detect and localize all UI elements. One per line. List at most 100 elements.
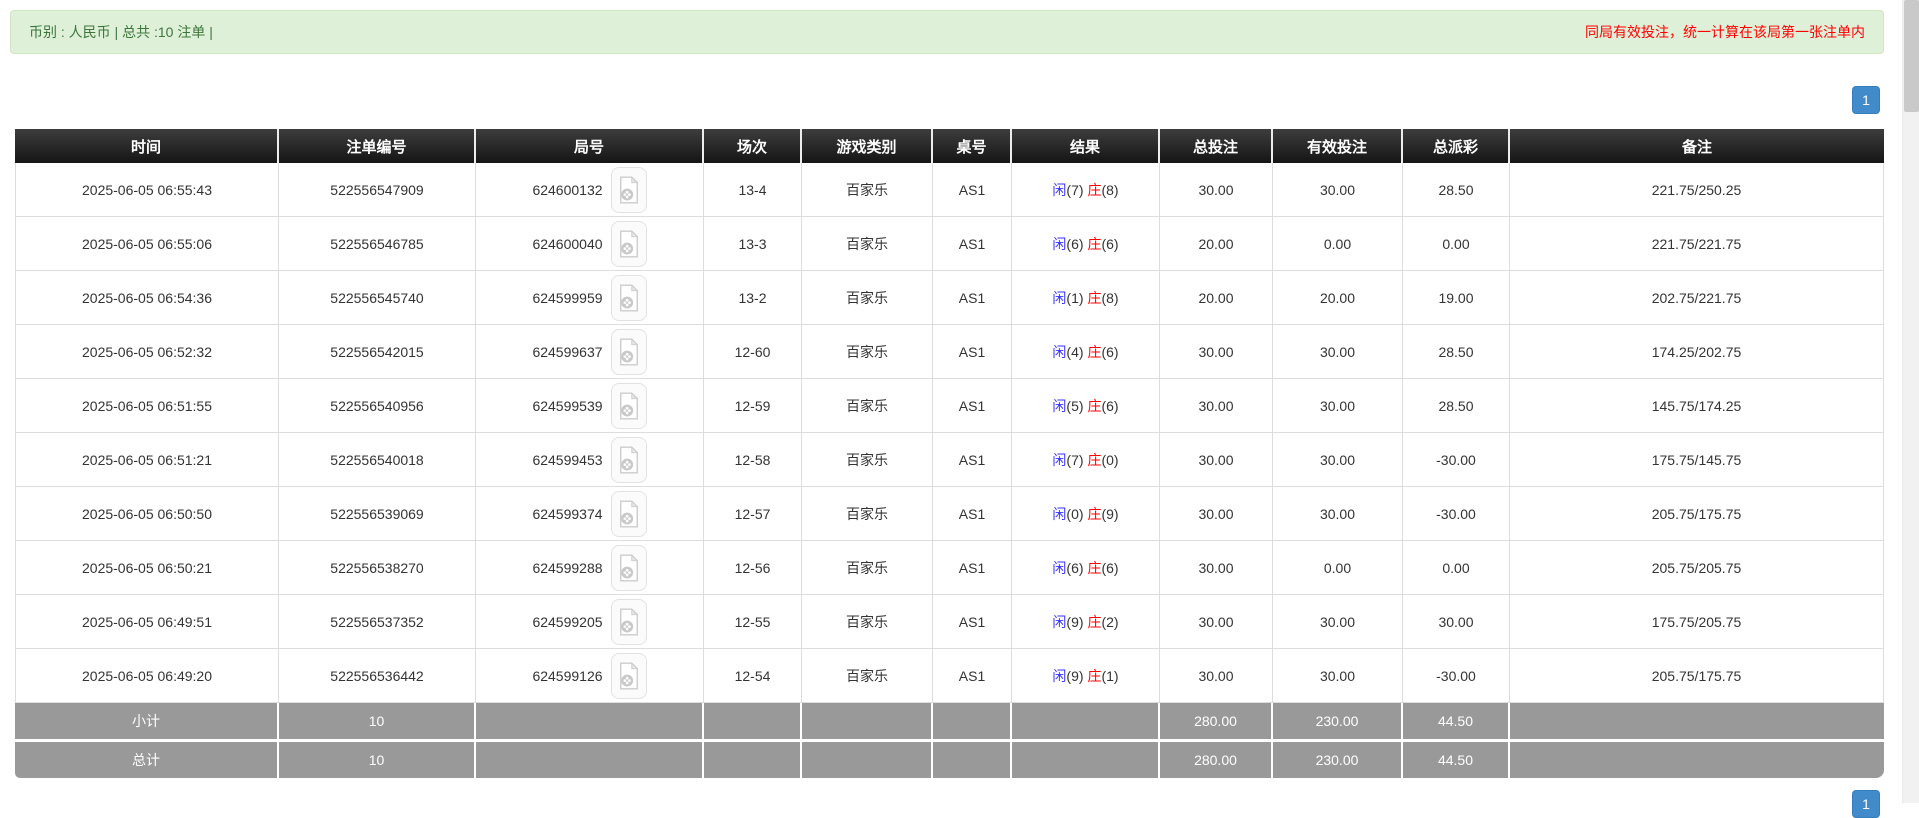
table-row: 2025-06-05 06:49:20 522556536442 6245991… — [15, 649, 1884, 703]
valid-bet-cell: 0.00 — [1273, 217, 1403, 271]
video-file-icon — [619, 445, 638, 474]
video-file-icon — [619, 553, 638, 582]
result-xian-points: (7) — [1066, 451, 1084, 468]
result-cell: 闲(7) 庄(8) — [1012, 163, 1160, 217]
total-bet-cell[interactable]: 30.00 — [1160, 379, 1273, 433]
video-replay-button[interactable] — [610, 598, 647, 645]
time-cell: 2025-06-05 06:54:36 — [15, 271, 279, 325]
video-file-icon — [619, 337, 638, 366]
result-cell: 闲(6) 庄(6) — [1012, 541, 1160, 595]
col-header-remark: 备注 — [1510, 129, 1884, 163]
result-cell: 闲(6) 庄(6) — [1012, 217, 1160, 271]
round-id-cell: 624599126 — [476, 649, 704, 703]
video-replay-button[interactable] — [610, 328, 647, 375]
result-xian-label: 闲 — [1052, 343, 1067, 360]
total-bet-cell[interactable]: 30.00 — [1160, 433, 1273, 487]
video-file-icon — [619, 499, 638, 528]
video-replay-button[interactable] — [610, 382, 647, 429]
result-cell: 闲(9) 庄(2) — [1012, 595, 1160, 649]
vertical-scrollbar[interactable] — [1902, 0, 1919, 803]
currency-summary-text: 币别 : 人民币 | 总共 :10 注单 | — [29, 24, 213, 40]
total-bet-cell[interactable]: 30.00 — [1160, 163, 1273, 217]
total-bet-cell[interactable]: 20.00 — [1160, 271, 1273, 325]
table-row: 2025-06-05 06:51:55 522556540956 6245995… — [15, 379, 1884, 433]
round-id-value: 624599205 — [532, 613, 603, 630]
col-header-time: 时间 — [15, 129, 279, 163]
round-id-value: 624599288 — [532, 559, 603, 576]
total-payout: 44.50 — [1403, 739, 1510, 778]
result-zhuang-points: (6) — [1101, 343, 1119, 360]
round-id-value: 624600040 — [532, 235, 603, 252]
table-no-cell: AS1 — [933, 595, 1012, 649]
valid-bet-cell: 30.00 — [1273, 325, 1403, 379]
total-bet-cell[interactable]: 20.00 — [1160, 217, 1273, 271]
video-replay-button[interactable] — [610, 436, 647, 483]
game-type-cell: 百家乐 — [802, 163, 933, 217]
result-zhuang-label: 庄 — [1087, 505, 1102, 522]
total-bet-cell[interactable]: 30.00 — [1160, 487, 1273, 541]
total-bet-cell[interactable]: 30.00 — [1160, 541, 1273, 595]
result-zhuang-label: 庄 — [1087, 289, 1102, 306]
result-xian-points: (7) — [1066, 181, 1084, 198]
video-replay-button[interactable] — [610, 490, 647, 537]
result-cell: 闲(1) 庄(8) — [1012, 271, 1160, 325]
video-file-icon — [619, 175, 638, 204]
video-replay-button[interactable] — [610, 274, 647, 321]
table-header: 时间 注单编号 局号 场次 游戏类别 桌号 结果 总投注 有效投注 总派彩 备注 — [15, 129, 1884, 163]
game-type-cell: 百家乐 — [802, 487, 933, 541]
payout-cell: 0.00 — [1403, 541, 1510, 595]
table-row: 2025-06-05 06:55:06 522556546785 6246000… — [15, 217, 1884, 271]
payout-cell: 30.00 — [1403, 595, 1510, 649]
total-bet-cell[interactable]: 30.00 — [1160, 325, 1273, 379]
video-replay-button[interactable] — [610, 652, 647, 699]
video-replay-button[interactable] — [610, 220, 647, 267]
col-header-bet-id: 注单编号 — [279, 129, 476, 163]
table-row: 2025-06-05 06:52:32 522556542015 6245996… — [15, 325, 1884, 379]
result-zhuang-points: (2) — [1101, 613, 1119, 630]
remark-cell: 205.75/175.75 — [1510, 487, 1884, 541]
payout-cell: -30.00 — [1403, 433, 1510, 487]
bet-records-table: 时间 注单编号 局号 场次 游戏类别 桌号 结果 总投注 有效投注 总派彩 备注… — [15, 129, 1884, 778]
round-id-value: 624599126 — [532, 667, 603, 684]
table-no-cell: AS1 — [933, 379, 1012, 433]
result-zhuang-points: (0) — [1101, 451, 1119, 468]
result-zhuang-label: 庄 — [1087, 397, 1102, 414]
scrollbar-thumb[interactable] — [1904, 0, 1919, 112]
table-summary: 小计 10 280.00 230.00 44.50 总计 10 280.00 2… — [15, 703, 1884, 778]
subtotal-payout: 44.50 — [1403, 703, 1510, 739]
session-cell: 12-60 — [704, 325, 802, 379]
subtotal-count: 10 — [279, 703, 476, 739]
table-no-cell: AS1 — [933, 325, 1012, 379]
time-cell: 2025-06-05 06:50:21 — [15, 541, 279, 595]
total-bet-cell[interactable]: 30.00 — [1160, 649, 1273, 703]
valid-bet-cell: 20.00 — [1273, 271, 1403, 325]
result-zhuang-label: 庄 — [1087, 613, 1102, 630]
payout-cell: 28.50 — [1403, 379, 1510, 433]
remark-cell: 202.75/221.75 — [1510, 271, 1884, 325]
time-cell: 2025-06-05 06:52:32 — [15, 325, 279, 379]
result-xian-points: (9) — [1066, 613, 1084, 630]
total-bet-cell[interactable]: 30.00 — [1160, 595, 1273, 649]
pagination-page-1-top[interactable]: 1 — [1852, 86, 1880, 114]
payout-cell: 28.50 — [1403, 325, 1510, 379]
game-type-cell: 百家乐 — [802, 271, 933, 325]
result-xian-label: 闲 — [1052, 667, 1067, 684]
game-type-cell: 百家乐 — [802, 649, 933, 703]
video-replay-button[interactable] — [610, 544, 647, 591]
bet-id-cell: 522556540956 — [279, 379, 476, 433]
result-zhuang-points: (6) — [1101, 235, 1119, 252]
result-zhuang-label: 庄 — [1087, 559, 1102, 576]
round-id-cell: 624599374 — [476, 487, 704, 541]
game-type-cell: 百家乐 — [802, 325, 933, 379]
bet-id-cell: 522556537352 — [279, 595, 476, 649]
payout-cell: 28.50 — [1403, 163, 1510, 217]
video-file-icon — [619, 661, 638, 690]
table-no-cell: AS1 — [933, 433, 1012, 487]
remark-cell: 205.75/205.75 — [1510, 541, 1884, 595]
round-id-value: 624600132 — [532, 181, 603, 198]
table-row: 2025-06-05 06:50:21 522556538270 6245992… — [15, 541, 1884, 595]
video-replay-button[interactable] — [610, 166, 647, 213]
result-xian-label: 闲 — [1052, 613, 1067, 630]
valid-bet-note: 同局有效投注，统一计算在该局第一张注单内 — [1585, 24, 1865, 40]
pagination-page-1-bottom[interactable]: 1 — [1852, 790, 1880, 818]
